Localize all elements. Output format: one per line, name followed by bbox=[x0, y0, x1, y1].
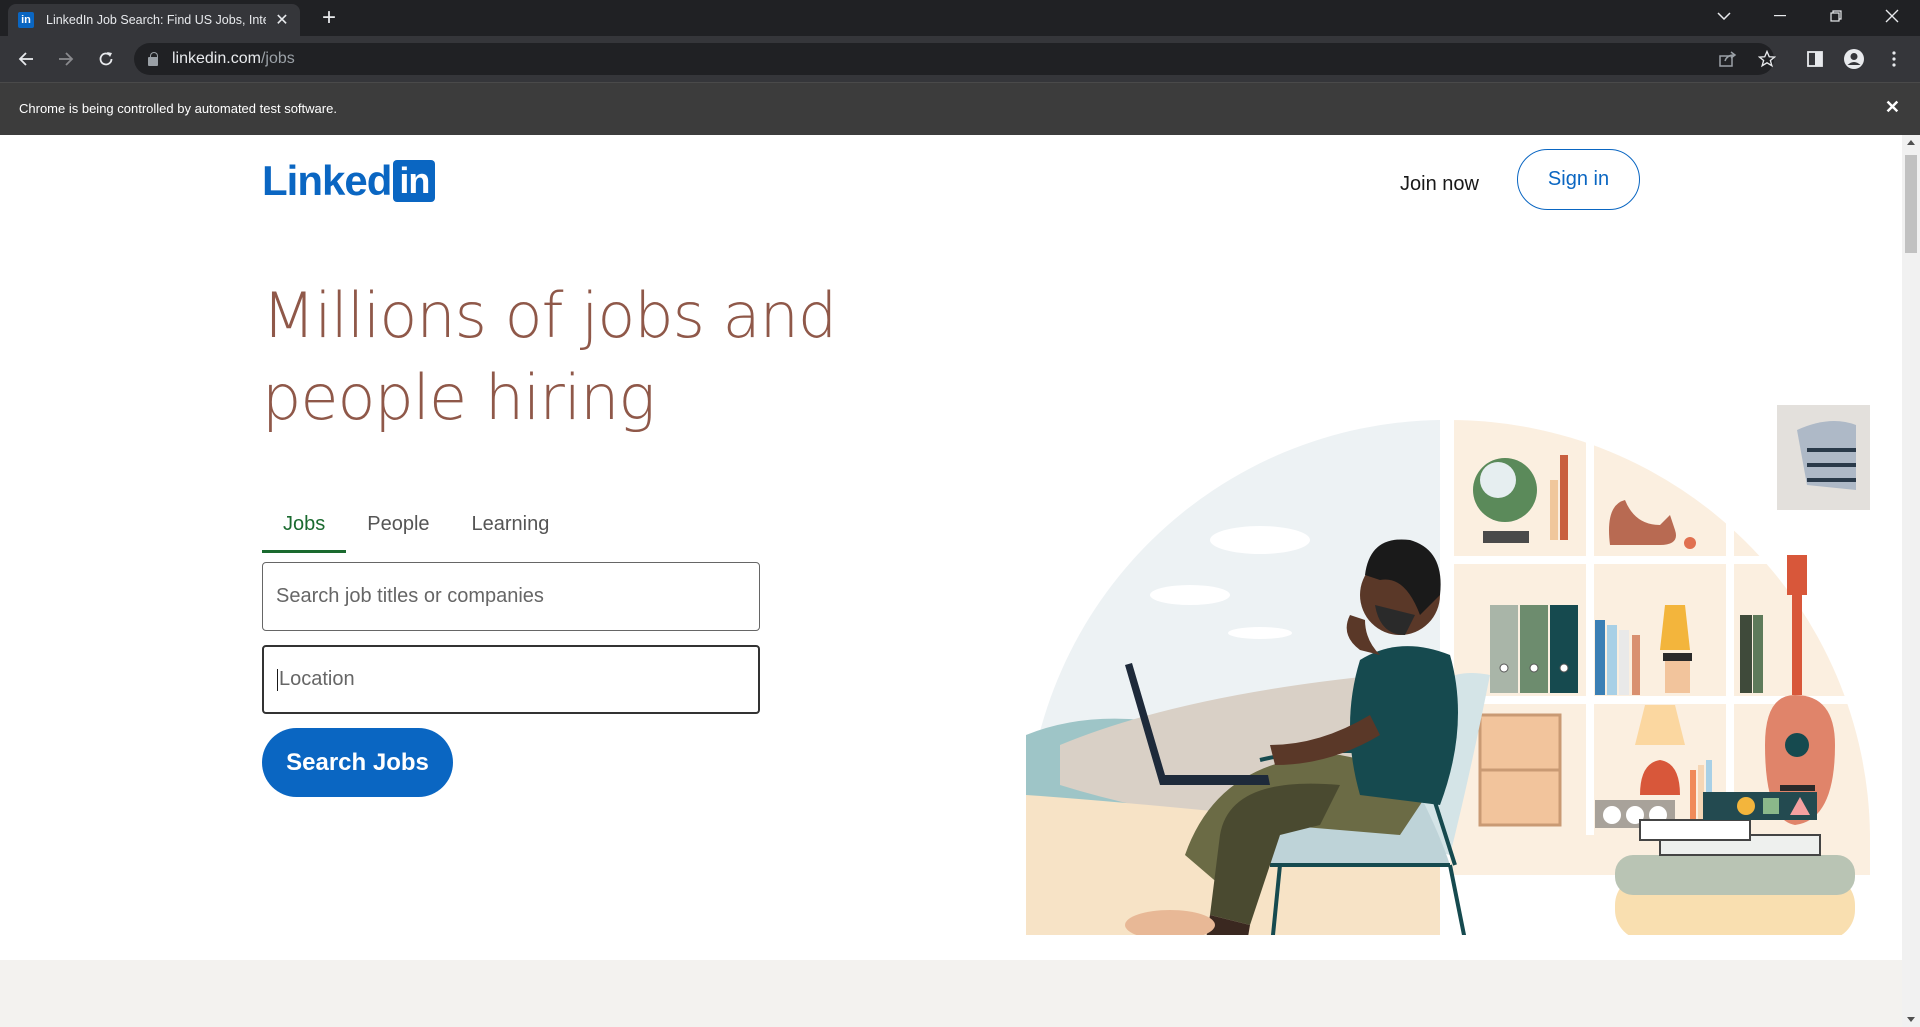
tab-search-chevron-icon[interactable] bbox=[1696, 0, 1752, 32]
join-now-link[interactable]: Join now bbox=[1380, 160, 1499, 208]
browser-toolbar: linkedin.com/jobs bbox=[0, 36, 1920, 82]
share-icon[interactable] bbox=[1713, 44, 1743, 74]
hero-illustration bbox=[1026, 405, 1870, 935]
back-arrow-icon[interactable] bbox=[11, 44, 41, 74]
lock-icon[interactable] bbox=[148, 51, 158, 66]
headline-line-1: Millions of jobs and bbox=[262, 279, 837, 352]
kebab-menu-icon[interactable] bbox=[1879, 44, 1909, 74]
tab-title: LinkedIn Job Search: Find US Jobs, Inter bbox=[46, 13, 266, 27]
page-scrollbar[interactable] bbox=[1902, 135, 1920, 1027]
tab-close-icon[interactable]: ✕ bbox=[274, 10, 290, 30]
job-title-search-input[interactable]: Search job titles or companies bbox=[262, 562, 760, 631]
illus-cloud bbox=[1210, 526, 1310, 554]
restore-icon[interactable] bbox=[1808, 0, 1864, 32]
side-panel-icon[interactable] bbox=[1800, 44, 1830, 74]
logo-in-badge: in bbox=[393, 160, 436, 202]
profile-icon[interactable] bbox=[1839, 44, 1869, 74]
illus-lamp bbox=[1660, 605, 1690, 650]
illus-cloud bbox=[1150, 585, 1230, 605]
address-bar[interactable]: linkedin.com/jobs bbox=[134, 43, 1774, 75]
location-placeholder: Location bbox=[279, 668, 355, 690]
minimize-icon[interactable] bbox=[1752, 0, 1808, 32]
page-headline: Millions of jobs and people hiring bbox=[262, 275, 882, 439]
scroll-up-icon[interactable] bbox=[1907, 140, 1915, 145]
automation-infobar: Chrome is being controlled by automated … bbox=[0, 82, 1920, 135]
tab-people[interactable]: People bbox=[346, 499, 450, 550]
illus-cloud bbox=[1228, 627, 1292, 639]
star-icon[interactable] bbox=[1752, 44, 1782, 74]
sign-in-button[interactable]: Sign in bbox=[1517, 149, 1640, 210]
tab-learning[interactable]: Learning bbox=[451, 499, 571, 550]
location-input[interactable]: Location bbox=[262, 645, 760, 714]
browser-tab[interactable]: in LinkedIn Job Search: Find US Jobs, In… bbox=[8, 4, 300, 36]
logo-wordmark: Linked bbox=[262, 157, 392, 204]
forward-arrow-icon[interactable] bbox=[51, 44, 81, 74]
linkedin-logo[interactable]: Linked in bbox=[262, 157, 436, 205]
scroll-down-icon[interactable] bbox=[1907, 1017, 1915, 1022]
linkedin-favicon-icon: in bbox=[18, 12, 34, 28]
footer-band bbox=[0, 960, 1902, 1027]
search-tabs: Jobs People Learning bbox=[262, 499, 571, 553]
page-viewport: Linked in Join now Sign in Millions of j… bbox=[0, 135, 1902, 1027]
url-host: linkedin.com bbox=[172, 50, 261, 67]
reload-icon[interactable] bbox=[91, 44, 121, 74]
infobar-close-icon[interactable]: ✕ bbox=[1885, 97, 1900, 118]
headline-line-2: people hiring bbox=[262, 361, 656, 434]
tab-jobs[interactable]: Jobs bbox=[262, 499, 347, 553]
url-path: /jobs bbox=[260, 50, 295, 67]
new-tab-plus-icon[interactable]: + bbox=[316, 5, 342, 31]
job-title-placeholder: Search job titles or companies bbox=[276, 585, 544, 607]
infobar-message: Chrome is being controlled by automated … bbox=[19, 101, 337, 116]
text-caret bbox=[277, 668, 278, 691]
search-jobs-button[interactable]: Search Jobs bbox=[262, 728, 453, 797]
scroll-thumb[interactable] bbox=[1905, 155, 1917, 253]
browser-tab-strip: in LinkedIn Job Search: Find US Jobs, In… bbox=[0, 0, 1920, 36]
close-window-icon[interactable] bbox=[1864, 0, 1920, 32]
illus-binders bbox=[1490, 605, 1518, 693]
